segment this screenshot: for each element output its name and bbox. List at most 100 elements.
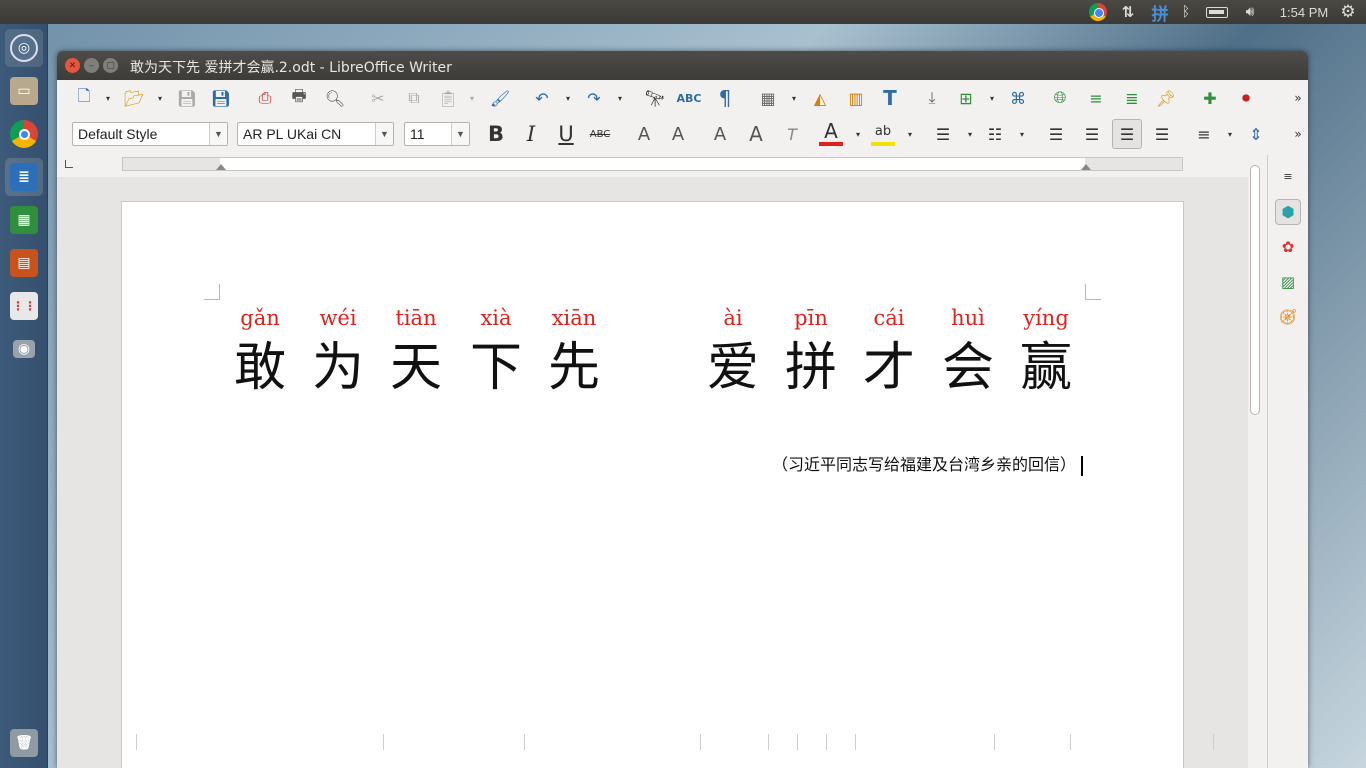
trash-launcher[interactable]: 🗑︎ xyxy=(5,724,43,762)
vertical-scrollbar[interactable] xyxy=(1248,155,1262,768)
title-bar[interactable]: ✕ – ▢ 敢为天下先 爱拼才会赢.2.odt - LibreOffice Wr… xyxy=(57,51,1308,80)
maximize-icon[interactable]: ▢ xyxy=(103,58,118,73)
insert-table-icon[interactable]: ▦ xyxy=(756,86,780,110)
highlight-icon[interactable]: ab xyxy=(871,120,895,146)
chevron-down-icon[interactable]: ▼ xyxy=(209,123,227,145)
navigator-icon[interactable]: 🧭︎ xyxy=(1275,304,1301,330)
dash-button[interactable]: ◎ xyxy=(5,29,43,67)
print-icon[interactable]: 🖶 xyxy=(287,86,311,110)
horizontal-ruler[interactable] xyxy=(122,157,1183,171)
caption-paragraph[interactable]: （习近平同志写给福建及台湾乡亲的回信） xyxy=(772,451,1083,476)
cut-icon[interactable]: ✂ xyxy=(366,86,390,110)
screenshot-launcher[interactable]: ◉ xyxy=(5,330,43,368)
track-changes-icon[interactable]: ⏺ xyxy=(1234,86,1258,110)
bluetooth-icon[interactable]: ᛒ xyxy=(1178,3,1194,21)
save-as-icon[interactable]: 💾︎ xyxy=(209,86,233,110)
toolbar-overflow-icon[interactable]: » xyxy=(1286,122,1308,146)
files-launcher[interactable]: ▭ xyxy=(5,72,43,110)
font-color-dropdown[interactable]: ▾ xyxy=(854,122,862,146)
align-right-icon[interactable]: ☰ xyxy=(1112,119,1142,149)
formatting-marks-icon[interactable]: ¶ xyxy=(713,86,737,110)
outline-font-icon[interactable]: A xyxy=(744,122,768,146)
close-icon[interactable]: ✕ xyxy=(65,58,80,73)
sidebar-menu-icon[interactable]: ≡ xyxy=(1275,163,1301,189)
insert-chart-icon[interactable]: ▥ xyxy=(844,86,868,110)
undo-icon[interactable]: ↶ xyxy=(530,86,554,110)
bookmark-icon[interactable]: 📌︎ xyxy=(1154,86,1178,110)
endnote-icon[interactable]: ≣ xyxy=(1120,86,1144,110)
insert-field-icon[interactable]: ⊞ xyxy=(954,86,978,110)
underline-icon[interactable]: U xyxy=(554,122,578,146)
export-pdf-icon[interactable]: ⎙ xyxy=(253,86,277,110)
strikethrough-icon[interactable]: ABC xyxy=(588,122,612,146)
right-indent-marker[interactable] xyxy=(1081,164,1091,170)
bullets-dropdown[interactable]: ▾ xyxy=(966,122,974,146)
minimize-icon[interactable]: – xyxy=(84,58,99,73)
properties-icon[interactable]: ⬢ xyxy=(1275,199,1301,225)
justify-icon[interactable]: ☰ xyxy=(1150,122,1174,146)
footnote-icon[interactable]: ≡ xyxy=(1084,86,1108,110)
numbering-icon[interactable]: ☷ xyxy=(983,122,1007,146)
gallery-icon[interactable]: ▨ xyxy=(1275,269,1301,295)
insert-image-icon[interactable]: ◭ xyxy=(808,86,832,110)
line-spacing-icon[interactable]: ≡ xyxy=(1192,122,1216,146)
paragraph-spacing-icon[interactable]: ⇕ xyxy=(1244,122,1268,146)
input-method-icon[interactable]: 拼 xyxy=(1149,3,1171,25)
font-size-combo[interactable]: 11 ▼ xyxy=(404,122,470,146)
font-name-combo[interactable]: AR PL UKai CN ▼ xyxy=(237,122,394,146)
apps-launcher[interactable]: ⋮⋮ xyxy=(5,287,43,325)
clone-formatting-icon[interactable]: 🖌︎ xyxy=(488,86,512,110)
open-dropdown[interactable]: ▾ xyxy=(156,86,164,110)
battery-icon[interactable] xyxy=(1204,3,1230,21)
paste-icon[interactable]: 📋︎ xyxy=(436,86,460,110)
styles-icon[interactable]: ✿ xyxy=(1275,234,1301,260)
volume-icon[interactable]: 🔊︎ xyxy=(1238,3,1262,21)
copy-icon[interactable]: ⧉ xyxy=(402,86,426,110)
bold-icon[interactable]: B xyxy=(484,122,508,146)
font-color-icon[interactable]: A xyxy=(819,119,843,146)
field-dropdown[interactable]: ▾ xyxy=(988,86,996,110)
undo-dropdown[interactable]: ▾ xyxy=(564,86,572,110)
line-spacing-dropdown[interactable]: ▾ xyxy=(1226,122,1234,146)
clock[interactable]: 1:54 PM xyxy=(1274,3,1334,21)
power-gear-icon[interactable]: ⚙ xyxy=(1338,2,1358,22)
bullets-icon[interactable]: ☰ xyxy=(931,122,955,146)
shrink-font-icon[interactable]: A xyxy=(666,122,690,146)
scrollbar-thumb[interactable] xyxy=(1250,165,1260,415)
italic-icon[interactable]: I xyxy=(519,122,543,146)
hyperlink-icon[interactable]: 🌐︎ xyxy=(1048,86,1072,110)
spelling-icon[interactable]: ABC xyxy=(677,86,702,110)
insert-textbox-icon[interactable]: T xyxy=(878,86,902,110)
print-preview-icon[interactable]: 🔍︎ xyxy=(323,86,347,110)
paragraph-style-combo[interactable]: Default Style ▼ xyxy=(72,122,228,146)
special-character-icon[interactable]: ⌘ xyxy=(1006,86,1030,110)
tab-stop-selector[interactable] xyxy=(65,160,73,168)
redo-dropdown[interactable]: ▾ xyxy=(616,86,624,110)
left-indent-marker[interactable] xyxy=(216,164,226,170)
chrome-launcher[interactable] xyxy=(5,115,43,153)
find-replace-icon[interactable]: 🔭︎ xyxy=(643,86,667,110)
chrome-icon[interactable] xyxy=(1088,3,1108,21)
clear-formatting-icon[interactable]: T xyxy=(780,122,804,146)
writer-launcher[interactable]: ≣ xyxy=(5,158,43,196)
page[interactable]: gǎn 敢 wéi 为 tiān 天 xià 下 xiān 先 ài 爱 pīn 拼 cái 才 huì 会 yí… xyxy=(121,201,1214,768)
impress-launcher[interactable]: ▤ xyxy=(5,244,43,282)
comment-icon[interactable]: ✚ xyxy=(1198,86,1222,110)
shadow-font-icon[interactable]: A xyxy=(708,122,732,146)
new-document-icon[interactable]: 🗋 xyxy=(72,86,96,110)
align-left-icon[interactable]: ☰ xyxy=(1044,122,1068,146)
open-folder-icon[interactable]: 📂︎ xyxy=(122,86,146,110)
align-center-icon[interactable]: ☰ xyxy=(1080,122,1104,146)
new-dropdown[interactable]: ▾ xyxy=(104,86,112,110)
highlight-dropdown[interactable]: ▾ xyxy=(906,122,914,146)
page-break-icon[interactable]: ⤓ xyxy=(920,86,944,110)
grow-font-icon[interactable]: A xyxy=(632,122,656,146)
numbering-dropdown[interactable]: ▾ xyxy=(1018,122,1026,146)
save-icon[interactable]: 💾︎ xyxy=(175,86,199,110)
paste-dropdown[interactable]: ▾ xyxy=(468,86,476,110)
chevron-down-icon[interactable]: ▼ xyxy=(375,123,393,145)
network-arrows-icon[interactable]: ⇅ xyxy=(1118,3,1138,21)
redo-icon[interactable]: ↷ xyxy=(582,86,606,110)
calc-launcher[interactable]: ▦ xyxy=(5,201,43,239)
table-dropdown[interactable]: ▾ xyxy=(790,86,798,110)
